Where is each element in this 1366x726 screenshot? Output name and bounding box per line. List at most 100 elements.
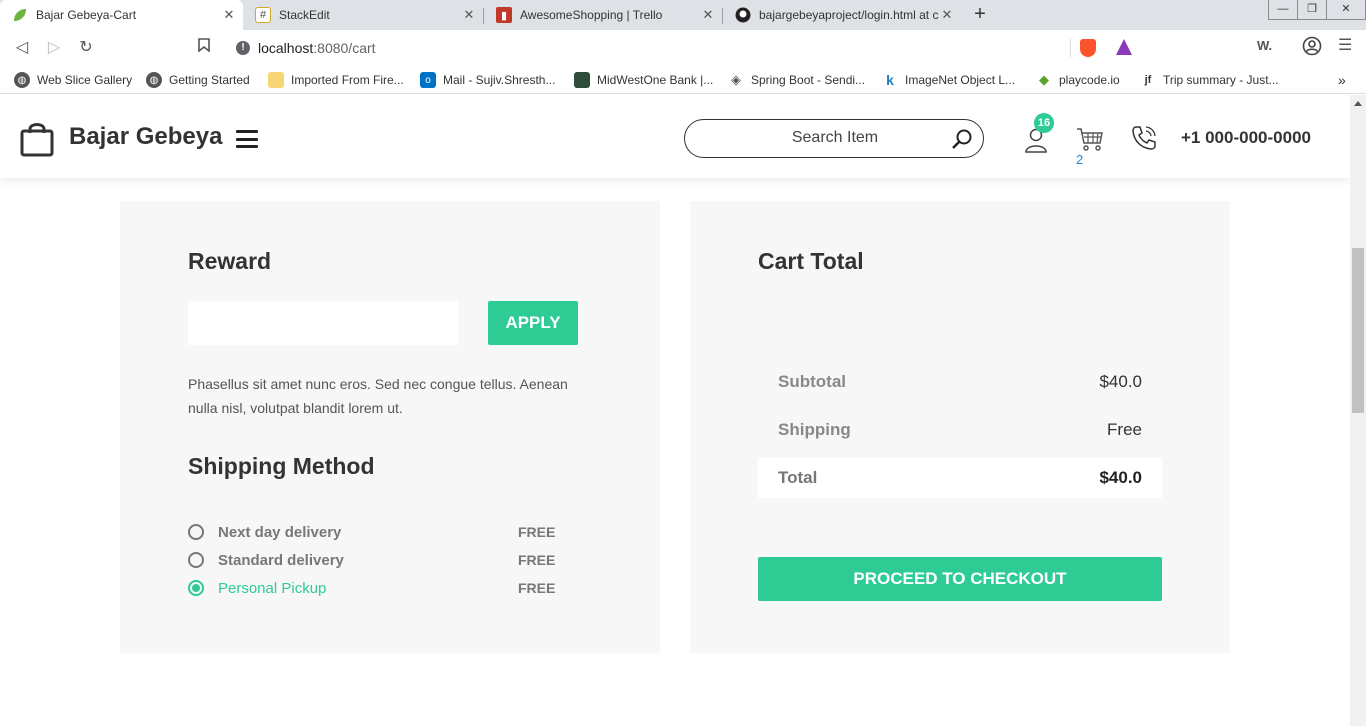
search-input[interactable]: Search Item [684,119,984,158]
globe-icon: ◍ [146,72,162,88]
radio-button[interactable] [188,524,204,540]
shipping-option-next-day[interactable]: Next day delivery FREE [188,522,558,542]
tab-bajar-gebeya-cart[interactable]: Bajar Gebeya-Cart ✕ [0,0,243,30]
bookmark-item[interactable]: ◍ Getting Started [146,71,250,89]
shipping-option-personal-pickup[interactable]: Personal Pickup FREE [188,578,558,598]
bookmark-item[interactable]: jf Trip summary - Just... [1140,71,1279,89]
cart-icon[interactable] [1076,126,1104,152]
total-value: $40.0 [1099,468,1142,487]
cart-total-panel: Cart Total Subtotal $40.0 Shipping Free … [690,201,1230,653]
globe-icon: ◍ [14,72,30,88]
trello-icon: ▮ [496,7,512,23]
shipping-option-price: FREE [518,580,556,596]
bookmark-item[interactable]: MidWestOne Bank |... [574,71,713,89]
tab-title: Bajar Gebeya-Cart [36,8,137,22]
brand-name[interactable]: Bajar Gebeya [69,123,222,151]
phone-icon [1132,126,1156,150]
browser-tab-bar: Bajar Gebeya-Cart ✕ # StackEdit ✕ ▮ Awes… [0,0,1366,30]
close-window-button[interactable]: ✕ [1326,0,1366,20]
brave-shield-icon[interactable] [1080,39,1096,57]
url-path: :8080/cart [313,40,376,56]
shipping-option-label: Personal Pickup [218,579,327,597]
tab-title: bajargebeyaproject/login.html at c [759,8,939,22]
bookmark-item[interactable]: Imported From Fire... [268,71,404,89]
extension-w-icon[interactable]: W. [1257,38,1272,53]
bookmark-label: Mail - Sujiv.Shresth... [443,73,556,87]
close-icon[interactable]: ✕ [221,7,237,23]
search-placeholder: Search Item [791,129,879,146]
bookmark-item[interactable]: k ImageNet Object L... [882,71,1015,89]
bookmark-item[interactable]: o Mail - Sujiv.Shresth... [420,71,555,89]
shipping-option-price: FREE [518,552,556,568]
shipping-option-standard[interactable]: Standard delivery FREE [188,550,558,570]
scroll-up-icon[interactable] [1354,101,1362,106]
restore-button[interactable]: ❐ [1297,0,1327,20]
reward-code-input[interactable] [188,301,458,345]
shipping-row: Shipping Free [758,406,1162,454]
bookmark-label: playcode.io [1059,73,1120,87]
bookmark-item[interactable]: ◆ playcode.io [1036,71,1120,89]
outlook-icon: o [420,72,436,88]
jf-icon: jf [1144,74,1152,86]
reward-description: Phasellus sit amet nunc eros. Sed nec co… [188,376,568,416]
profile-icon[interactable] [1302,36,1322,59]
shipping-option-price: FREE [518,524,556,540]
bookmark-label: Spring Boot - Sendi... [751,73,866,87]
proceed-to-checkout-button[interactable]: PROCEED TO CHECKOUT [758,557,1162,601]
bookmark-item[interactable]: ◍ Web Slice Gallery [14,71,132,89]
reload-icon[interactable]: ↻ [76,38,96,58]
tab-github[interactable]: bajargebeyaproject/login.html at c ✕ [723,0,961,30]
bookmark-icon[interactable] [194,38,214,58]
shopping-bag-icon[interactable] [20,121,54,157]
scrollbar-thumb[interactable] [1352,248,1364,413]
tab-stackedit[interactable]: # StackEdit ✕ [243,0,483,30]
shipping-value: Free [1107,420,1142,439]
reward-title: Reward [188,248,272,274]
kaggle-icon: k [886,72,894,88]
reward-shipping-panel: Reward APPLY Phasellus sit amet nunc ero… [120,201,660,653]
diamond-icon: ◈ [731,72,741,87]
shipping-label: Shipping [778,420,851,439]
total-row: Total $40.0 [758,458,1162,498]
tab-trello[interactable]: ▮ AwesomeShopping | Trello ✕ [484,0,722,30]
search-icon[interactable] [951,128,973,150]
back-icon[interactable]: ◁ [12,38,32,58]
address-bar[interactable]: ! localhost:8080/cart [226,35,1141,61]
menu-icon[interactable]: ☰ [1338,35,1352,55]
bank-icon [574,72,590,88]
subtotal-label: Subtotal [778,372,846,391]
close-icon[interactable]: ✕ [939,7,955,23]
forward-icon[interactable]: ▷ [44,38,64,58]
close-icon[interactable]: ✕ [461,7,477,23]
shipping-option-label: Standard delivery [218,551,344,569]
shipping-option-label: Next day delivery [218,523,342,541]
folder-icon [268,72,284,88]
page-scrollbar[interactable] [1350,95,1366,726]
new-tab-button[interactable]: + [970,4,990,26]
minimize-button[interactable]: — [1268,0,1298,20]
radio-button-selected[interactable] [188,580,204,596]
leaf-icon [12,7,28,23]
shipping-method-title: Shipping Method [188,453,375,479]
close-icon[interactable]: ✕ [700,7,716,23]
subtotal-row: Subtotal $40.0 [758,358,1162,406]
total-label: Total [778,468,818,487]
hamburger-menu-icon[interactable] [236,130,258,148]
bookmark-item[interactable]: ◈ Spring Boot - Sendi... [728,71,865,89]
cart-count[interactable]: 2 [1076,152,1083,167]
site-header: Bajar Gebeya Search Item 16 2 +1 000-000… [0,95,1350,178]
brave-rewards-icon[interactable] [1116,39,1132,55]
tab-title: AwesomeShopping | Trello [520,8,663,22]
radio-button[interactable] [188,552,204,568]
notification-badge: 16 [1034,113,1054,133]
bookmarks-bar: ◍ Web Slice Gallery ◍ Getting Started Impo… [0,66,1366,94]
phone-number[interactable]: +1 000-000-0000 [1181,128,1311,148]
bookmark-label: MidWestOne Bank |... [597,73,714,87]
more-bookmarks-icon[interactable]: » [1338,71,1346,89]
apply-button[interactable]: APPLY [488,301,578,345]
page-viewport: Bajar Gebeya Search Item 16 2 +1 000-000… [0,95,1350,726]
totals-table: Subtotal $40.0 Shipping Free Total $40.0 [758,358,1162,498]
bookmark-label: Web Slice Gallery [37,73,133,87]
browser-toolbar: ◁ ▷ ↻ ! localhost:8080/cart W. ☰ [0,30,1366,66]
info-icon[interactable]: ! [236,41,250,55]
